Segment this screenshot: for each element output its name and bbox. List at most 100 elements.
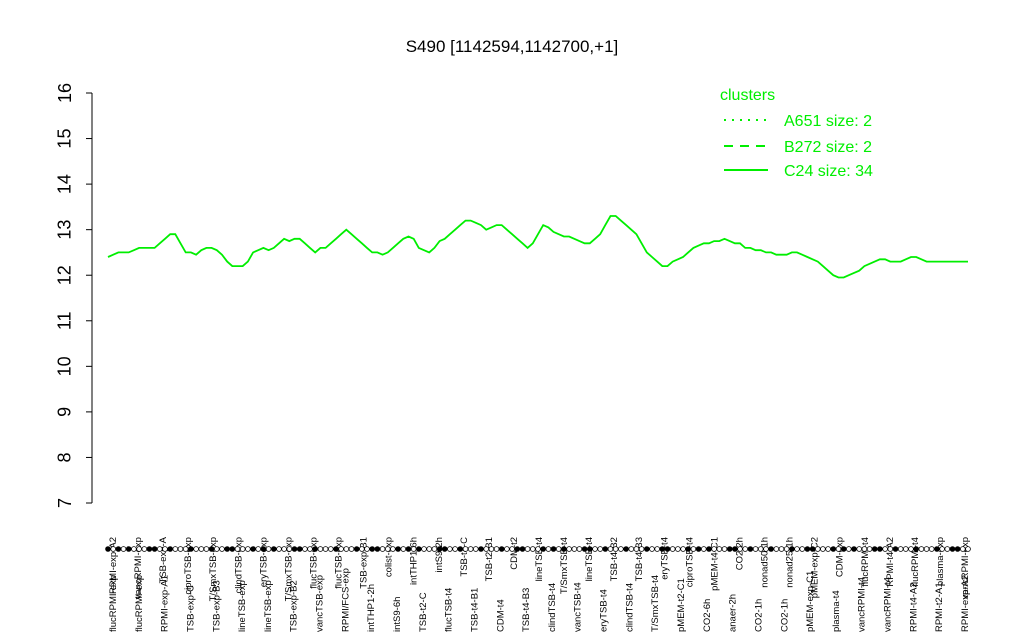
sample-marker: [296, 546, 303, 552]
sample-marker: [887, 546, 894, 552]
category-label: lineTSB-exp: [263, 580, 274, 632]
y-tick-label: 11: [55, 311, 75, 330]
category-label: vancRPMI-t4: [883, 577, 894, 632]
sample-marker: [125, 546, 132, 552]
sample-marker: [685, 546, 691, 552]
sample-marker: [561, 546, 567, 552]
sample-marker: [177, 546, 184, 552]
sample-marker: [763, 546, 769, 552]
sample-marker: [638, 546, 645, 552]
category-label: CDM-t2: [509, 537, 520, 570]
sample-marker: [918, 546, 925, 552]
category-label: RPMI-exp-A2: [960, 575, 971, 632]
sample-marker: [799, 546, 805, 552]
category-label: eryTSB-exp: [258, 537, 269, 587]
sample-marker: [519, 546, 526, 552]
sample-marker: [182, 546, 189, 552]
sample-marker: [675, 546, 681, 552]
sample-marker: [649, 546, 655, 552]
sample-marker: [654, 546, 660, 552]
sample-marker: [581, 546, 588, 552]
sample-marker: [897, 546, 904, 552]
sample-marker: [690, 546, 697, 552]
sample-marker: [732, 546, 738, 552]
sample-marker: [302, 546, 308, 552]
category-label: CO2-2h: [735, 537, 746, 570]
sample-marker: [317, 546, 324, 552]
sample-marker: [700, 546, 707, 552]
sample-marker: [835, 546, 842, 552]
sample-marker: [944, 546, 951, 552]
sample-marker: [716, 546, 723, 552]
category-label: intS9-6h: [392, 597, 403, 632]
category-label: TSB-t4-C: [459, 537, 470, 577]
sample-marker: [457, 546, 464, 552]
sample-marker: [664, 546, 671, 552]
sample-marker: [555, 546, 562, 552]
sample-marker: [447, 546, 453, 552]
sample-marker: [540, 546, 546, 552]
sample-marker: [239, 546, 246, 552]
sample-marker: [120, 546, 127, 552]
category-label: RPMI-t4-A2: [908, 582, 919, 632]
category-label: RPMI-exp-A1: [160, 575, 171, 632]
sample-marker: [545, 546, 552, 552]
sample-marker: [136, 546, 142, 552]
chart-title: S490 [1142594,1142700,+1]: [406, 37, 619, 56]
sample-marker: [954, 546, 961, 552]
sample-marker: [597, 546, 603, 552]
sample-marker: [472, 546, 479, 552]
sample-marker: [923, 546, 930, 552]
sample-marker: [633, 546, 640, 552]
legend-label-a651: A651 size: 2: [784, 113, 872, 130]
sample-marker: [286, 546, 293, 552]
category-label: colist-exp: [384, 537, 395, 577]
sample-marker: [131, 546, 137, 552]
sample-marker: [234, 546, 241, 552]
category-label: TSB-t4-B3: [521, 588, 532, 632]
sample-marker: [892, 546, 899, 552]
sample-marker: [265, 546, 272, 552]
sample-marker: [172, 546, 179, 552]
sample-marker: [162, 546, 168, 552]
sample-marker: [105, 546, 111, 552]
sample-marker: [592, 546, 598, 552]
y-tick-label: 15: [55, 129, 75, 149]
category-label: TSB-exp-C: [185, 585, 196, 632]
y-tick-label: 12: [55, 265, 75, 285]
y-tick-label: 16: [55, 83, 75, 103]
category-label: pMEM-exp-C1: [805, 571, 816, 632]
category-label: eryTSB-t4: [599, 589, 610, 632]
category-label: intTHP1-6h: [409, 537, 420, 585]
sample-marker: [219, 546, 225, 552]
sample-marker: [866, 546, 873, 552]
sample-marker: [421, 546, 427, 552]
sample-marker: [359, 546, 365, 552]
category-label: eryTSB-t4: [659, 537, 670, 580]
sample-marker: [509, 546, 515, 552]
sample-marker: [281, 546, 287, 552]
category-label: T/SmxTSB-t4: [559, 537, 570, 594]
sample-marker: [203, 546, 210, 552]
category-label: clindTSB-t4: [624, 583, 635, 632]
sample-marker: [343, 546, 350, 552]
sample-marker: [840, 546, 847, 552]
category-label: lineTSB-exp: [237, 580, 248, 632]
sample-marker: [814, 546, 821, 552]
category-label: CDM-t4: [495, 599, 506, 632]
sample-marker: [726, 546, 733, 552]
category-label: T/SmxTSB-t4: [650, 575, 661, 632]
sample-marker: [669, 546, 676, 552]
sample-marker: [462, 546, 469, 552]
sample-marker: [535, 546, 541, 552]
sample-marker: [384, 546, 391, 552]
sample-marker: [255, 546, 262, 552]
sample-marker: [436, 546, 443, 552]
sample-marker: [882, 546, 888, 552]
category-label: TSB-t4-B1: [469, 588, 480, 632]
sample-marker: [379, 546, 386, 552]
category-label: flucTSB-t4: [444, 588, 455, 632]
sample-marker: [845, 546, 852, 552]
sample-marker: [514, 546, 521, 552]
y-tick-label: 13: [55, 220, 75, 240]
